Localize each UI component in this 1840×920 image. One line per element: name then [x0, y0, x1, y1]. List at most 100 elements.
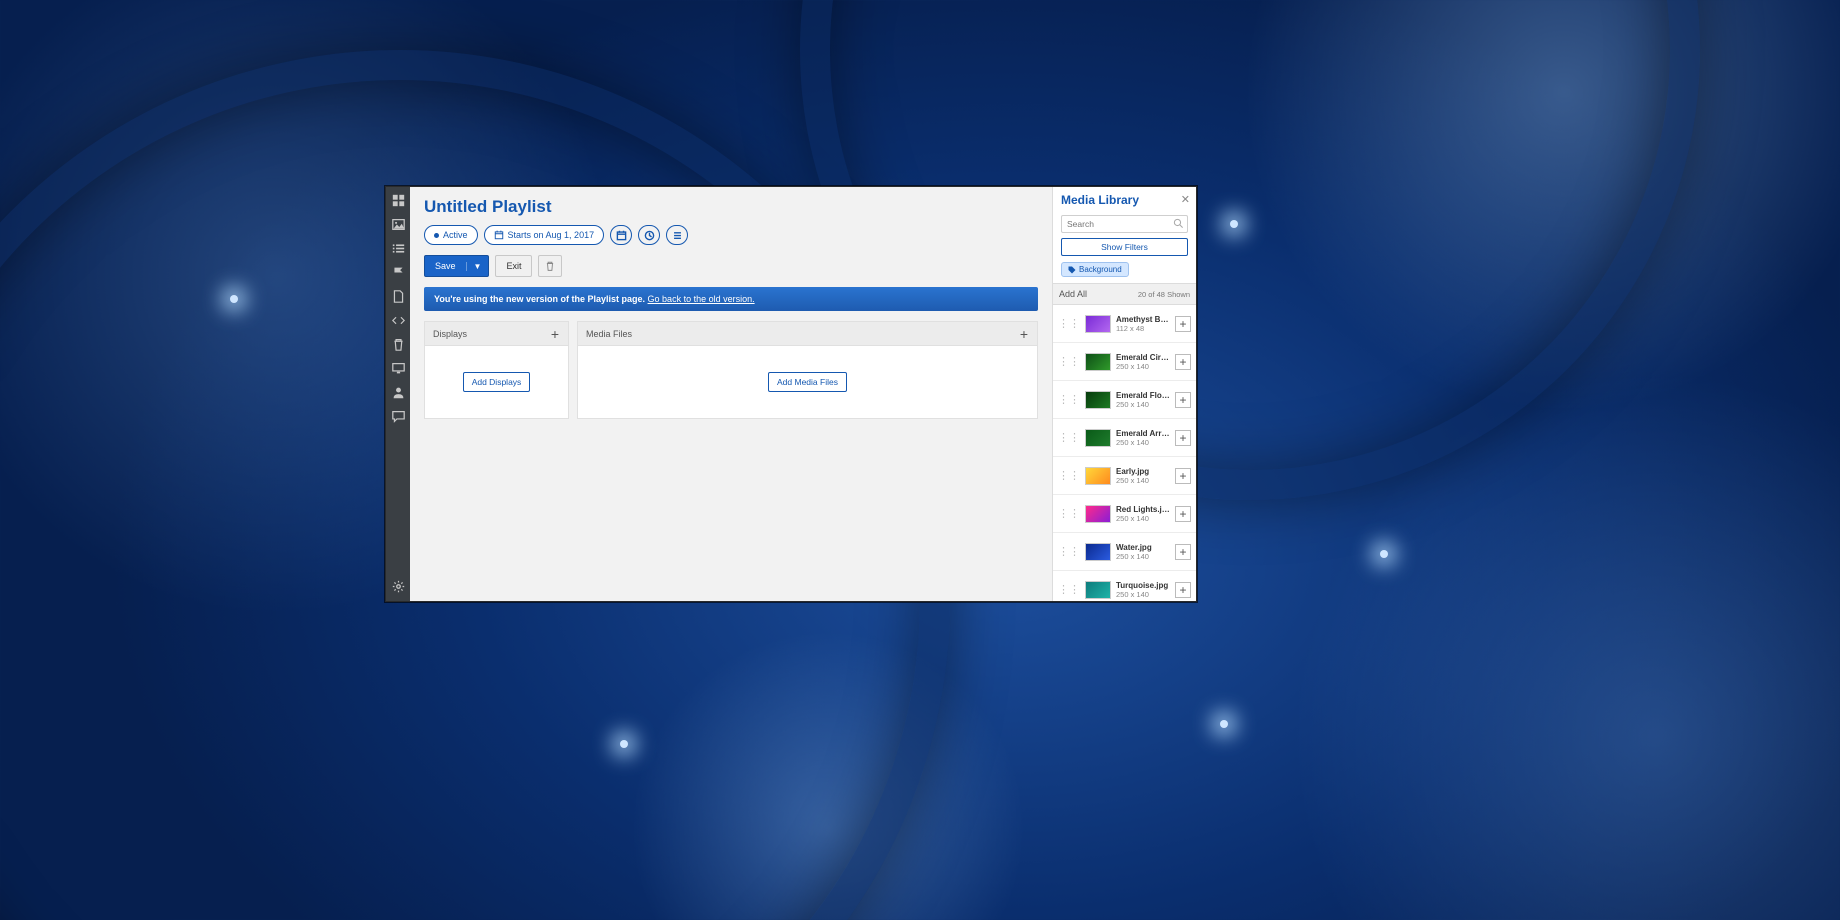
add-displays-button[interactable]: Add Displays	[463, 372, 531, 392]
nav-file-icon[interactable]	[391, 289, 405, 303]
save-label: Save	[425, 261, 466, 271]
add-media-button[interactable]: Add Media Files	[768, 372, 847, 392]
calendar-icon	[494, 230, 504, 240]
add-media-item-button[interactable]: +	[1175, 582, 1191, 598]
library-item[interactable]: ⋮⋮ Turquoise.jpg250 x 140 +	[1053, 571, 1196, 601]
search-input[interactable]	[1061, 215, 1188, 233]
library-list: ⋮⋮Amethyst Bokeh.jpg112 x 48+⋮⋮Emerald C…	[1053, 305, 1196, 601]
drag-handle-icon[interactable]: ⋮⋮	[1058, 431, 1080, 444]
library-item[interactable]: ⋮⋮Amethyst Bokeh.jpg112 x 48+	[1053, 305, 1196, 343]
media-thumbnail	[1085, 353, 1111, 371]
library-item[interactable]: ⋮⋮Water.jpg250 x 140+	[1053, 533, 1196, 571]
add-display-icon[interactable]: +	[548, 327, 562, 341]
add-media-item-button[interactable]: +	[1175, 392, 1191, 408]
main-content: Untitled Playlist Active Starts on Aug 1…	[410, 187, 1052, 601]
list-view-button[interactable]	[666, 225, 688, 245]
notice-text: You're using the new version of the Play…	[434, 294, 645, 304]
add-media-item-button[interactable]: +	[1175, 468, 1191, 484]
nav-images-icon[interactable]	[391, 217, 405, 231]
filter-tag-background[interactable]: Background	[1061, 262, 1129, 277]
media-filename: Water.jpg	[1116, 543, 1170, 552]
displays-title: Displays	[433, 329, 467, 339]
add-media-item-button[interactable]: +	[1175, 354, 1191, 370]
media-thumbnail	[1085, 581, 1111, 599]
nav-comment-icon[interactable]	[391, 409, 405, 423]
library-item[interactable]: ⋮⋮Early.jpg250 x 140+	[1053, 457, 1196, 495]
media-thumbnail	[1085, 505, 1111, 523]
drag-handle-icon[interactable]: ⋮⋮	[1058, 583, 1080, 596]
panels-row: Displays + Add Displays Media Files + Ad…	[424, 321, 1038, 419]
media-dimensions: 250 x 140	[1116, 590, 1170, 599]
close-library-icon[interactable]: ✕	[1181, 193, 1190, 206]
trash-icon	[545, 261, 555, 271]
media-filename: Emerald Circles.jpg	[1116, 353, 1170, 362]
nav-code-icon[interactable]	[391, 313, 405, 327]
media-panel-header: Media Files +	[578, 322, 1037, 346]
clock-button[interactable]	[638, 225, 660, 245]
library-title: Media Library	[1061, 193, 1139, 207]
page-title: Untitled Playlist	[424, 197, 1038, 217]
glow-dot	[1230, 220, 1238, 228]
delete-button[interactable]	[538, 255, 562, 277]
exit-button[interactable]: Exit	[495, 255, 532, 277]
app-window: Untitled Playlist Active Starts on Aug 1…	[385, 186, 1197, 602]
drag-handle-icon[interactable]: ⋮⋮	[1058, 355, 1080, 368]
media-meta: Red Lights.jpg250 x 140	[1116, 505, 1170, 523]
add-media-item-button[interactable]: +	[1175, 544, 1191, 560]
active-status-pill[interactable]: Active	[424, 225, 478, 245]
library-item[interactable]: ⋮⋮ Emerald Arrows.jpg250 x 140 +	[1053, 419, 1196, 457]
nav-dashboard-icon[interactable]	[391, 193, 405, 207]
schedule-label: Starts on Aug 1, 2017	[508, 230, 595, 240]
add-all-button[interactable]: Add All	[1059, 289, 1087, 299]
drag-handle-icon[interactable]: ⋮⋮	[1058, 393, 1080, 406]
nav-trash-icon[interactable]	[391, 337, 405, 351]
displays-panel: Displays + Add Displays	[424, 321, 569, 419]
library-item[interactable]: ⋮⋮Emerald Circles.jpg250 x 140+	[1053, 343, 1196, 381]
media-thumbnail	[1085, 543, 1111, 561]
shown-count: 20 of 48 Shown	[1138, 290, 1190, 299]
sidebar-nav	[386, 187, 410, 601]
media-thumbnail	[1085, 391, 1111, 409]
glow-dot	[1220, 720, 1228, 728]
drag-handle-icon[interactable]: ⋮⋮	[1058, 469, 1080, 482]
media-title: Media Files	[586, 329, 632, 339]
media-dimensions: 250 x 140	[1116, 438, 1170, 447]
nav-list-icon[interactable]	[391, 241, 405, 255]
save-button[interactable]: Save ▼	[424, 255, 489, 277]
media-filename: Red Lights.jpg	[1116, 505, 1170, 514]
add-all-bar: Add All 20 of 48 Shown	[1053, 283, 1196, 305]
notice-link[interactable]: Go back to the old version.	[648, 294, 755, 304]
add-media-item-button[interactable]: +	[1175, 316, 1191, 332]
media-library-panel: Media Library ✕ Show Filters Background …	[1052, 187, 1196, 601]
library-item[interactable]: ⋮⋮ Red Lights.jpg250 x 140 +	[1053, 495, 1196, 533]
drag-handle-icon[interactable]: ⋮⋮	[1058, 507, 1080, 520]
media-meta: Emerald Arrows.jpg250 x 140	[1116, 429, 1170, 447]
media-dimensions: 250 x 140	[1116, 400, 1170, 409]
nav-settings-icon[interactable]	[391, 579, 405, 593]
library-item[interactable]: ⋮⋮Emerald Floating.jpg250 x 140+	[1053, 381, 1196, 419]
calendar-button[interactable]	[610, 225, 632, 245]
media-filename: Turquoise.jpg	[1116, 581, 1170, 590]
tag-label: Background	[1079, 265, 1122, 274]
media-filename: Emerald Arrows.jpg	[1116, 429, 1170, 438]
nav-display-icon[interactable]	[391, 361, 405, 375]
status-pill-row: Active Starts on Aug 1, 2017	[424, 225, 1038, 245]
drag-handle-icon[interactable]: ⋮⋮	[1058, 545, 1080, 558]
nav-flag-icon[interactable]	[391, 265, 405, 279]
media-dimensions: 250 x 140	[1116, 514, 1170, 523]
media-meta: Turquoise.jpg250 x 140	[1116, 581, 1170, 599]
add-media-item-button[interactable]: +	[1175, 506, 1191, 522]
nav-user-icon[interactable]	[391, 385, 405, 399]
glow-dot	[1380, 550, 1388, 558]
show-filters-button[interactable]: Show Filters	[1061, 238, 1188, 256]
glow-dot	[620, 740, 628, 748]
add-media-icon[interactable]: +	[1017, 327, 1031, 341]
media-thumbnail	[1085, 467, 1111, 485]
library-search	[1061, 215, 1188, 233]
schedule-pill[interactable]: Starts on Aug 1, 2017	[484, 225, 605, 245]
drag-handle-icon[interactable]: ⋮⋮	[1058, 317, 1080, 330]
active-label: Active	[443, 230, 468, 240]
save-dropdown-caret[interactable]: ▼	[466, 262, 489, 271]
media-dimensions: 112 x 48	[1116, 324, 1170, 333]
add-media-item-button[interactable]: +	[1175, 430, 1191, 446]
